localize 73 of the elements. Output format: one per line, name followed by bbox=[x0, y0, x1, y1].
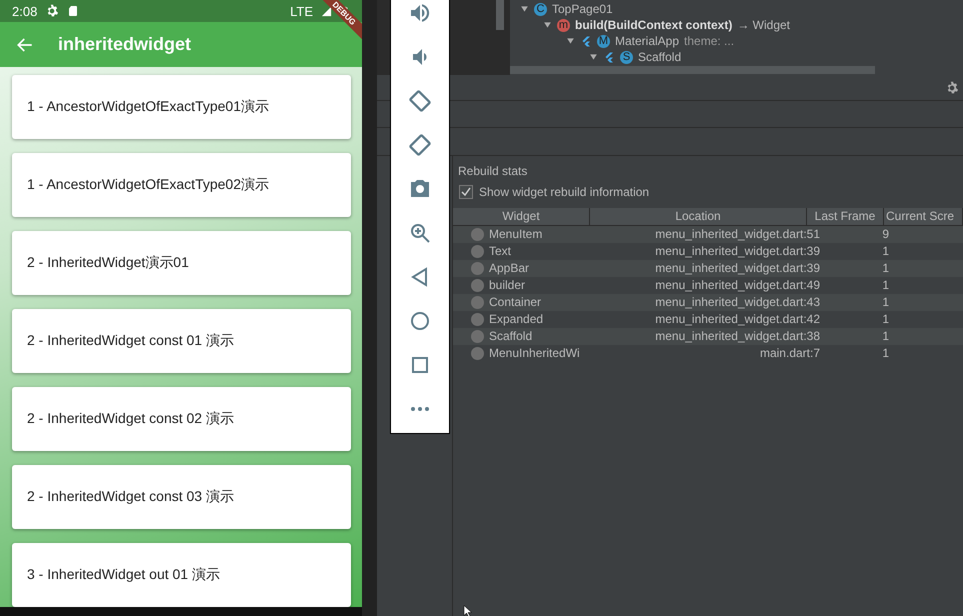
table-cell: Container bbox=[489, 294, 542, 311]
status-dot bbox=[471, 347, 484, 360]
menu-item[interactable]: 1 - AncestorWidgetOfExactType01演示 bbox=[12, 75, 351, 139]
tree-node-label: MaterialApp bbox=[615, 34, 680, 48]
zoom-in-icon[interactable] bbox=[408, 221, 432, 245]
rotate-right-icon[interactable] bbox=[408, 133, 432, 157]
table-cell: builder bbox=[489, 277, 526, 294]
table-cell-text: 1 bbox=[881, 277, 890, 294]
column-header[interactable]: Location bbox=[590, 208, 807, 225]
expanded-triangle-icon[interactable] bbox=[543, 21, 552, 29]
status-dot bbox=[471, 296, 484, 309]
table-cell-text: 9 bbox=[881, 226, 890, 243]
status-dot bbox=[471, 262, 484, 275]
rotate-left-icon[interactable] bbox=[408, 89, 432, 113]
table-cell-text: menu_inherited_widget.dart:39 bbox=[654, 243, 821, 260]
scrollbar bbox=[496, 0, 504, 30]
table-cell-text: 1 bbox=[881, 345, 890, 362]
node-type-icon: S bbox=[620, 50, 633, 64]
column-header[interactable]: Last Frame bbox=[807, 208, 884, 225]
table-cell-text: main.dart:7 bbox=[758, 345, 821, 362]
table-cell: MenuItem bbox=[489, 226, 542, 243]
sd-card-icon bbox=[67, 4, 80, 18]
menu-item[interactable]: 2 - InheritedWidget const 01 演示 bbox=[12, 309, 351, 373]
status-time: 2:08 bbox=[12, 4, 38, 19]
status-dot bbox=[471, 228, 484, 241]
table-cell-text: 1 bbox=[881, 328, 890, 345]
menu-item[interactable]: 3 - InheritedWidget out 01 演示 bbox=[12, 543, 351, 607]
tree-node-label: build(BuildContext context) bbox=[575, 18, 732, 32]
table-cell-text: menu_inherited_widget.dart:38 bbox=[654, 328, 821, 345]
table-cell-text: 1 bbox=[881, 294, 890, 311]
home-circle-icon[interactable] bbox=[408, 309, 432, 333]
menu-item[interactable]: 2 - InheritedWidget演示01 bbox=[12, 231, 351, 295]
menu-item[interactable]: 2 - InheritedWidget const 03 演示 bbox=[12, 465, 351, 529]
return-type: → Widget bbox=[737, 18, 790, 32]
checkbox-label: Show widget rebuild information bbox=[479, 185, 650, 199]
status-dot bbox=[471, 279, 484, 292]
column-header[interactable]: Current Scre bbox=[884, 208, 963, 225]
app-bar-title: inheritedwidget bbox=[58, 34, 192, 56]
expanded-triangle-icon[interactable] bbox=[589, 53, 598, 61]
section-title: Rebuild stats bbox=[457, 164, 528, 180]
signal-icon bbox=[321, 6, 332, 17]
table-cell-text: menu_inherited_widget.dart:49 bbox=[654, 277, 821, 294]
menu-item[interactable]: 2 - InheritedWidget const 02 演示 bbox=[12, 387, 351, 451]
status-dot bbox=[471, 313, 484, 326]
column-header[interactable]: Widget bbox=[453, 208, 590, 225]
settings-icon[interactable] bbox=[945, 80, 959, 94]
table-cell-text: menu_inherited_widget.dart:51 bbox=[654, 226, 821, 243]
expanded-triangle-icon[interactable] bbox=[520, 5, 529, 13]
table-cell: Text bbox=[489, 243, 512, 260]
checkbox[interactable] bbox=[459, 185, 473, 199]
gear-icon bbox=[45, 4, 60, 18]
tree-node-label: Scaffold bbox=[638, 50, 682, 64]
table-cell: Scaffold bbox=[489, 328, 532, 345]
node-type-icon: C bbox=[534, 2, 547, 16]
table-cell: MenuInheritedWi bbox=[489, 345, 580, 362]
expanded-triangle-icon[interactable] bbox=[566, 37, 575, 45]
tree-node-label: TopPage01 bbox=[552, 2, 613, 16]
table-cell-text: 1 bbox=[881, 260, 890, 277]
table-cell: Expanded bbox=[489, 311, 544, 328]
node-detail: theme: ... bbox=[684, 34, 734, 48]
status-dot bbox=[471, 245, 484, 258]
node-type-icon: m bbox=[557, 18, 570, 32]
table-cell-text: menu_inherited_widget.dart:42 bbox=[654, 311, 821, 328]
table-cell-text: menu_inherited_widget.dart:39 bbox=[654, 260, 821, 277]
back-arrow-icon[interactable] bbox=[16, 36, 34, 54]
table-cell: AppBar bbox=[489, 260, 530, 277]
table-cell-text: 1 bbox=[881, 311, 890, 328]
node-type-icon: M bbox=[597, 34, 610, 48]
table-cell-text: 1 bbox=[881, 243, 890, 260]
menu-item[interactable]: 1 - AncestorWidgetOfExactType02演示 bbox=[12, 153, 351, 217]
network-label: LTE bbox=[290, 4, 313, 19]
status-dot bbox=[471, 330, 484, 343]
table-cell-text: menu_inherited_widget.dart:43 bbox=[654, 294, 821, 311]
